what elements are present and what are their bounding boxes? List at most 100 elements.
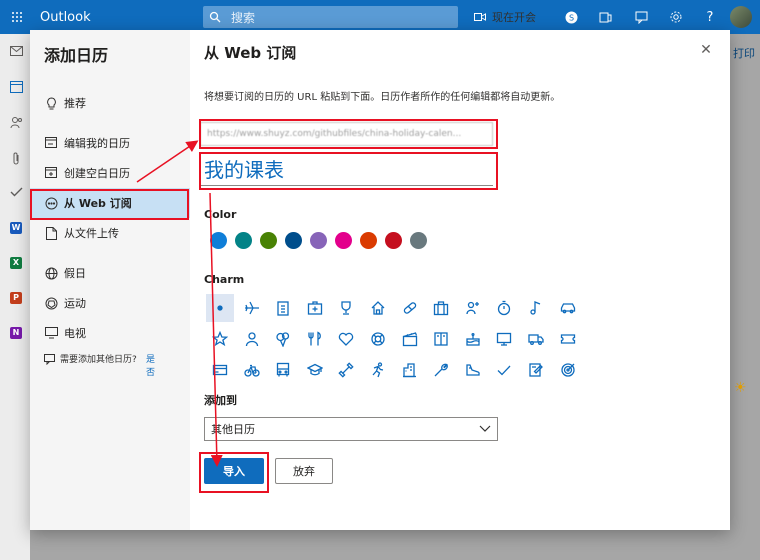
nav-item-edit-calendar[interactable]: 编辑我的日历 <box>30 128 190 158</box>
discard-button[interactable]: 放弃 <box>275 458 333 484</box>
color-swatch[interactable] <box>360 232 377 249</box>
lifebuoy-icon[interactable] <box>364 325 392 353</box>
add-to-dropdown[interactable]: 其他日历 <box>204 417 498 441</box>
skype-icon[interactable]: S <box>563 9 579 25</box>
meet-now-button[interactable]: 现在开会 <box>474 9 536 25</box>
main-title: 从 Web 订阅 <box>204 44 297 62</box>
ticket-icon[interactable] <box>554 325 582 353</box>
star-icon[interactable] <box>206 325 234 353</box>
runner-icon[interactable] <box>364 356 392 384</box>
truck-icon[interactable] <box>522 325 550 353</box>
feedback-icon[interactable] <box>633 9 649 25</box>
pill-icon[interactable] <box>396 294 424 322</box>
add-to-value: 其他日历 <box>211 423 255 436</box>
globe-icon <box>44 266 58 280</box>
svg-text:S: S <box>568 13 573 22</box>
movie-clapper-icon[interactable] <box>396 325 424 353</box>
home-icon[interactable] <box>364 294 392 322</box>
attachment-icon[interactable] <box>9 152 23 166</box>
annotation-box-nav <box>30 189 189 220</box>
charm-grid <box>206 294 582 387</box>
nav-label: 从文件上传 <box>64 227 119 240</box>
onenote-icon[interactable]: N <box>10 327 22 339</box>
excel-icon[interactable]: X <box>10 257 22 269</box>
app-launcher-icon[interactable] <box>0 0 34 34</box>
nav-item-holidays[interactable]: 假日 <box>30 258 190 288</box>
footer-yes-no-link[interactable]: 是否 <box>146 354 160 380</box>
birthday-cake-icon[interactable] <box>459 325 487 353</box>
building-icon[interactable] <box>396 356 424 384</box>
credit-card-icon[interactable] <box>206 356 234 384</box>
car-icon[interactable] <box>554 294 582 322</box>
sports-ball-icon <box>44 296 58 310</box>
mail-icon[interactable] <box>9 46 23 60</box>
color-swatch[interactable] <box>310 232 327 249</box>
charm-label: Charm <box>204 273 245 286</box>
people-icon[interactable] <box>9 116 23 130</box>
book-icon[interactable] <box>427 325 455 353</box>
color-swatch[interactable] <box>410 232 427 249</box>
nav-label: 推荐 <box>64 97 86 110</box>
dot-icon[interactable] <box>206 294 234 322</box>
nav-item-create-blank[interactable]: 创建空白日历 <box>30 158 190 188</box>
avatar[interactable] <box>730 6 752 28</box>
teams-icon[interactable] <box>597 9 613 25</box>
calendar-icon[interactable] <box>9 80 23 94</box>
dumbbell-icon[interactable] <box>332 356 360 384</box>
bus-icon[interactable] <box>269 356 297 384</box>
airplane-icon[interactable] <box>238 294 266 322</box>
color-label: Color <box>204 208 237 221</box>
color-swatch[interactable] <box>285 232 302 249</box>
dialog-sidenav: 添加日历 推荐 编辑我的日历 创建空白日历 从 Web 订阅 从文件上传 假日 <box>30 30 190 530</box>
nav-label: 假日 <box>64 267 86 280</box>
trophy-icon[interactable] <box>332 294 360 322</box>
video-icon <box>474 13 486 21</box>
close-icon[interactable]: ✕ <box>698 42 714 58</box>
balloons-icon[interactable] <box>269 325 297 353</box>
nav-item-tv[interactable]: 电视 <box>30 318 190 348</box>
color-swatch[interactable] <box>235 232 252 249</box>
powerpoint-icon[interactable]: P <box>10 292 22 304</box>
bicycle-icon[interactable] <box>238 356 266 384</box>
add-to-label: 添加到 <box>204 394 237 407</box>
search-icon <box>209 11 221 23</box>
wrench-icon[interactable] <box>427 356 455 384</box>
nav-item-upload-file[interactable]: 从文件上传 <box>30 218 190 248</box>
left-rail: W X P N <box>0 34 30 560</box>
graduation-cap-icon[interactable] <box>301 356 329 384</box>
annotation-box-name <box>199 152 498 190</box>
suitcase-icon[interactable] <box>427 294 455 322</box>
description: 将想要订阅的日历的 URL 粘贴到下面。日历作者所作的任何编辑都将自动更新。 <box>204 92 561 103</box>
help-icon[interactable]: ? <box>702 9 718 25</box>
annotation-box-import <box>199 452 269 493</box>
lightbulb-icon <box>44 96 58 110</box>
people-sparkle-icon[interactable] <box>459 294 487 322</box>
color-swatch[interactable] <box>335 232 352 249</box>
music-note-icon[interactable] <box>522 294 550 322</box>
clipboard-icon[interactable] <box>269 294 297 322</box>
app-name[interactable]: Outlook <box>40 10 91 25</box>
edit-note-icon[interactable] <box>522 356 550 384</box>
settings-gear-icon[interactable] <box>668 9 684 25</box>
nav-item-recommended[interactable]: 推荐 <box>30 88 190 118</box>
food-fork-knife-icon[interactable] <box>301 325 329 353</box>
search-box[interactable]: 搜索 <box>203 6 458 28</box>
nav-label: 电视 <box>64 327 86 340</box>
meet-now-label: 现在开会 <box>492 11 536 24</box>
annotation-box-url <box>199 119 498 149</box>
stopwatch-icon[interactable] <box>490 294 518 322</box>
color-swatch[interactable] <box>260 232 277 249</box>
nav-label: 运动 <box>64 297 86 310</box>
monitor-icon[interactable] <box>490 325 518 353</box>
heart-icon[interactable] <box>332 325 360 353</box>
target-icon[interactable] <box>554 356 582 384</box>
medical-kit-icon[interactable] <box>301 294 329 322</box>
color-swatch[interactable] <box>385 232 402 249</box>
nav-item-sports[interactable]: 运动 <box>30 288 190 318</box>
todo-check-icon[interactable] <box>9 187 23 201</box>
sneaker-icon[interactable] <box>459 356 487 384</box>
checkmark-icon[interactable] <box>490 356 518 384</box>
word-icon[interactable]: W <box>10 222 22 234</box>
person-icon[interactable] <box>238 325 266 353</box>
color-swatch[interactable] <box>210 232 227 249</box>
